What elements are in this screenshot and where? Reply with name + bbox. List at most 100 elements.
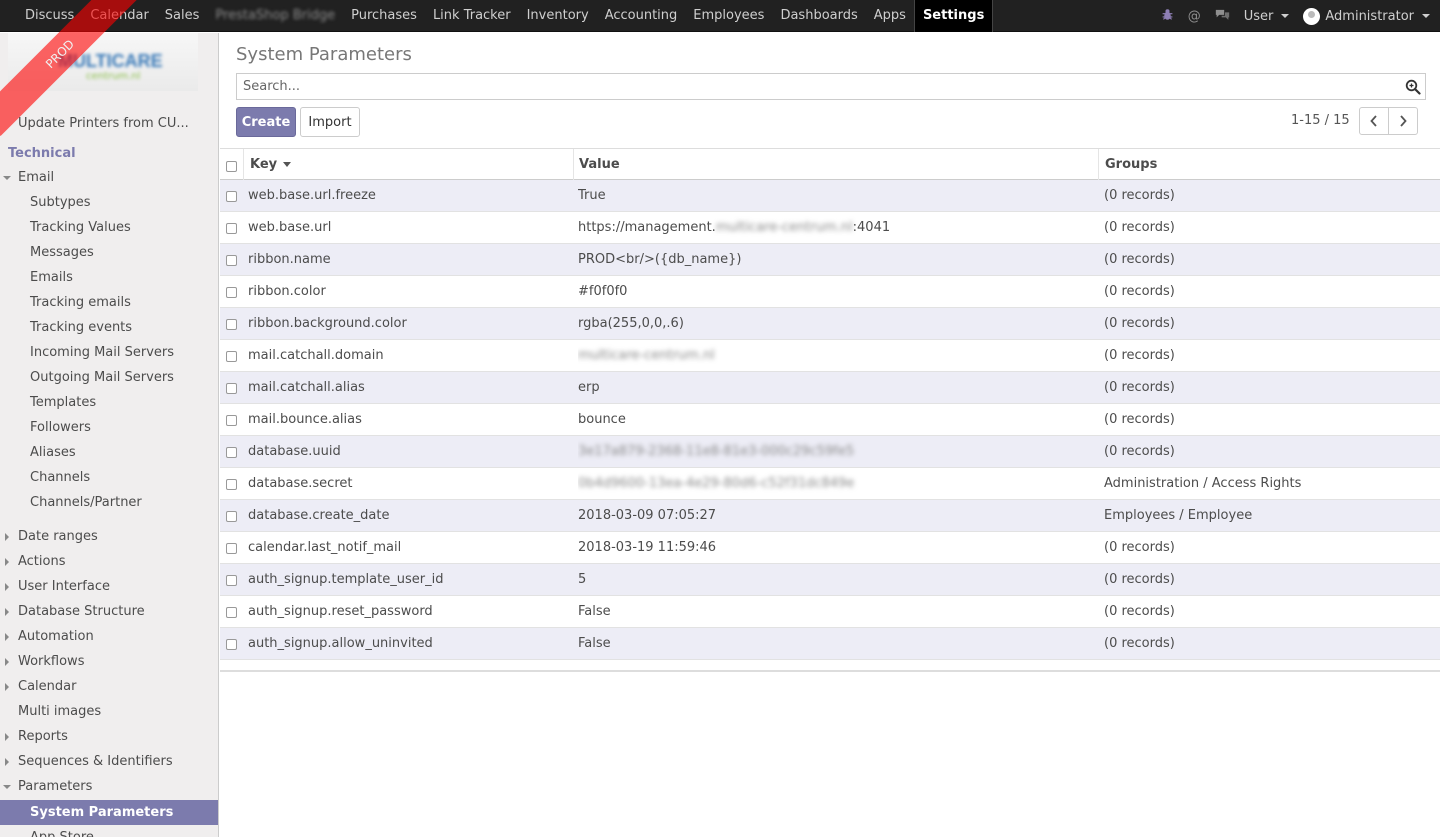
table-row[interactable]: auth_signup.template_user_id 5 (0 record… [220,564,1440,596]
sidebar-item-channels[interactable]: Channels [0,465,218,490]
menu-purchases[interactable]: Purchases [343,0,425,32]
sidebar-item-label: Email [18,170,55,185]
sidebar-item-reports[interactable]: Reports [0,724,218,749]
cell-value: multicare-centrum.nl [578,340,1094,371]
table-row[interactable]: mail.catchall.alias erp (0 records) [220,372,1440,404]
sidebar-item-date-ranges[interactable]: Date ranges [0,524,218,549]
search-input[interactable] [237,74,1387,99]
table-row[interactable]: ribbon.background.color rgba(255,0,0,.6)… [220,308,1440,340]
chat-bubbles-icon[interactable] [1215,8,1230,25]
sidebar-item-actions[interactable]: Actions [0,549,218,574]
sidebar-item-parameters[interactable]: Parameters [0,774,218,799]
sidebar-item-emails[interactable]: Emails [0,265,218,290]
table-row[interactable]: mail.bounce.alias bounce (0 records) [220,404,1440,436]
top-navbar: Discuss Calendar Sales PrestaShop Bridge… [0,0,1440,32]
table-row[interactable]: ribbon.name PROD<br/>({db_name}) (0 reco… [220,244,1440,276]
sidebar-item-multi-images[interactable]: Multi images [0,699,218,724]
sidebar-item-aliases[interactable]: Aliases [0,440,218,465]
sidebar-item-sequences-identifiers[interactable]: Sequences & Identifiers [0,749,218,774]
cell-value: https://management.multicare-centrum.nl:… [578,212,1094,243]
row-checkbox[interactable] [226,351,237,362]
cell-groups: (0 records) [1104,444,1175,459]
row-checkbox[interactable] [226,543,237,554]
create-button[interactable]: Create [236,107,296,137]
table-row[interactable]: web.base.url.freeze True (0 records) [220,180,1440,212]
row-checkbox[interactable] [226,383,237,394]
caret-down-icon [3,785,11,789]
table-row[interactable]: database.secret 0b4d9600-13ea-4e29-80d6-… [220,468,1440,500]
menu-accounting[interactable]: Accounting [597,0,686,32]
sidebar-item-workflows[interactable]: Workflows [0,649,218,674]
pager-previous-button[interactable] [1359,107,1389,135]
redacted-value: 0b4d9600-13ea-4e29-80d6-c52f31dc849e [578,476,855,491]
menu-link-tracker[interactable]: Link Tracker [425,0,519,32]
menu-settings[interactable]: Settings [913,0,994,32]
mention-at-icon[interactable]: @ [1188,9,1201,24]
column-header-key[interactable]: Key [243,149,574,180]
sidebar-item-user-interface[interactable]: User Interface [0,574,218,599]
cell-value: 3e17a879-2368-11e8-81e3-000c29c59fe5 [578,436,1094,467]
sidebar-item-update-printers[interactable]: Update Printers from CU... [0,111,218,136]
sidebar-item-system-parameters[interactable]: System Parameters [0,800,218,825]
table-row[interactable]: auth_signup.allow_uninvited False (0 rec… [220,628,1440,660]
row-checkbox[interactable] [226,191,237,202]
cell-value: 2018-03-19 11:59:46 [578,540,717,555]
sidebar-item-messages[interactable]: Messages [0,240,218,265]
sidebar-item-tracking-emails[interactable]: Tracking emails [0,290,218,315]
row-checkbox[interactable] [226,255,237,266]
row-checkbox[interactable] [226,223,237,234]
sidebar-item-subtypes[interactable]: Subtypes [0,190,218,215]
sidebar-item-calendar[interactable]: Calendar [0,674,218,699]
table-row[interactable]: database.uuid 3e17a879-2368-11e8-81e3-00… [220,436,1440,468]
row-checkbox[interactable] [226,607,237,618]
menu-prestashop-bridge[interactable]: PrestaShop Bridge [207,0,343,32]
row-checkbox[interactable] [226,415,237,426]
row-checkbox[interactable] [226,639,237,650]
table-row[interactable]: auth_signup.reset_password False (0 reco… [220,596,1440,628]
caret-right-icon [5,683,9,691]
sidebar-item-database-structure[interactable]: Database Structure [0,599,218,624]
sidebar-item-templates[interactable]: Templates [0,390,218,415]
column-header-value[interactable]: Value [573,149,1099,180]
row-checkbox[interactable] [226,319,237,330]
sidebar-item-automation[interactable]: Automation [0,624,218,649]
row-checkbox[interactable] [226,511,237,522]
import-button[interactable]: Import [300,107,360,137]
menu-inventory[interactable]: Inventory [519,0,597,32]
menu-employees[interactable]: Employees [685,0,772,32]
row-checkbox[interactable] [226,447,237,458]
table-row[interactable]: ribbon.color #f0f0f0 (0 records) [220,276,1440,308]
sidebar-item-followers[interactable]: Followers [0,415,218,440]
cell-groups: (0 records) [1104,380,1175,395]
cell-value: rgba(255,0,0,.6) [578,316,684,331]
pager-next-button[interactable] [1388,107,1418,135]
sidebar-item-tracking-values[interactable]: Tracking Values [0,215,218,240]
column-header-groups[interactable]: Groups [1098,149,1440,180]
table-row[interactable]: web.base.url https://management.multicar… [220,212,1440,244]
menu-sales[interactable]: Sales [157,0,208,32]
sidebar-item-incoming-mail-servers[interactable]: Incoming Mail Servers [0,340,218,365]
user-dropdown[interactable]: User [1244,9,1290,24]
row-checkbox[interactable] [226,575,237,586]
row-checkbox[interactable] [226,479,237,490]
select-all-checkbox[interactable] [226,161,237,172]
sidebar-item-app-store[interactable]: App Store [0,825,218,837]
debug-bug-icon[interactable] [1161,8,1174,25]
table-row[interactable]: mail.catchall.domain multicare-centrum.n… [220,340,1440,372]
search-icon[interactable] [1405,79,1421,95]
admin-dropdown[interactable]: Administrator [1303,7,1430,25]
table-row[interactable]: database.create_date 2018-03-09 07:05:27… [220,500,1440,532]
menu-dashboards[interactable]: Dashboards [772,0,865,32]
table-row[interactable]: calendar.last_notif_mail 2018-03-19 11:5… [220,532,1440,564]
sidebar-item-email[interactable]: Email [0,165,218,190]
menu-apps[interactable]: Apps [866,0,914,32]
cell-key: auth_signup.allow_uninvited [248,636,433,651]
cell-key: web.base.url [248,220,332,235]
sidebar-item-outgoing-mail-servers[interactable]: Outgoing Mail Servers [0,365,218,390]
pager-value[interactable]: 1-15 / 15 [1291,113,1350,128]
sidebar-item-channels-partner[interactable]: Channels/Partner [0,490,218,515]
row-checkbox[interactable] [226,287,237,298]
search-bar [236,73,1426,100]
sidebar-item-tracking-events[interactable]: Tracking events [0,315,218,340]
sidebar-item-label: Workflows [18,654,85,669]
